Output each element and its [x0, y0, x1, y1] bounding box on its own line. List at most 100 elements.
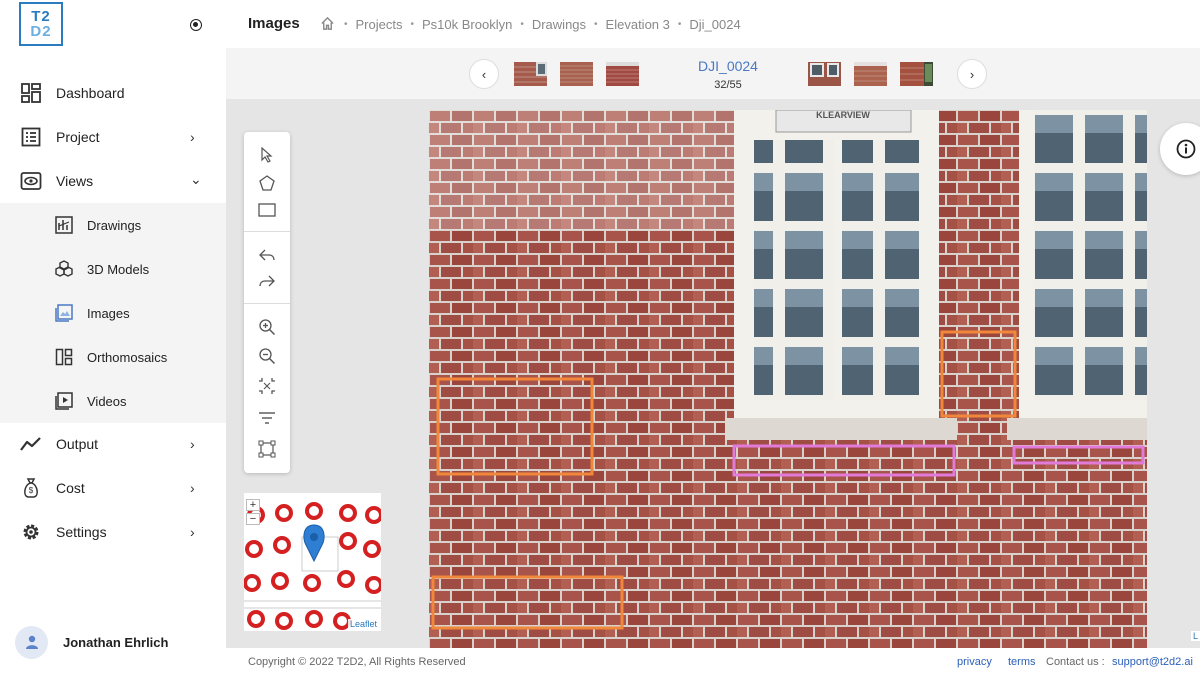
info-icon	[1176, 139, 1196, 159]
minimap-markers	[244, 493, 381, 631]
orthomosaic-icon	[54, 347, 74, 367]
toolbar-divider	[244, 231, 290, 232]
toolbar-divider	[244, 303, 290, 304]
zoom-out-icon[interactable]	[256, 345, 278, 367]
sidebar-item-label: Output	[56, 436, 99, 452]
sidebar-item-settings[interactable]: Settings ›	[0, 510, 226, 554]
image-thumbnail[interactable]	[560, 62, 593, 86]
chart-line-icon	[20, 433, 42, 455]
chevron-right-icon: ›	[190, 436, 195, 452]
leaflet-attribution-link[interactable]: Leaflet	[347, 619, 379, 629]
image-icon	[54, 303, 74, 323]
image-thumbnail[interactable]	[514, 62, 547, 86]
breadcrumb-project[interactable]: Ps10k Brooklyn	[422, 17, 512, 32]
minimap-zoom-out-button[interactable]: −	[246, 513, 260, 525]
sidebar-item-cost[interactable]: $ Cost ›	[0, 466, 226, 510]
next-image-button[interactable]: ›	[957, 59, 987, 89]
contact-label: Contact us :	[1046, 656, 1105, 668]
redo-icon[interactable]	[256, 270, 278, 292]
home-icon[interactable]	[320, 16, 336, 32]
fit-to-screen-icon[interactable]	[256, 375, 278, 397]
zoom-in-icon[interactable]	[256, 316, 278, 338]
sidebar-item-label: Drawings	[87, 217, 142, 233]
breadcrumb-separator: •	[410, 18, 414, 30]
money-bag-icon: $	[20, 477, 42, 499]
image-strip: ‹ DJI_0024 32/55 ›	[226, 48, 1200, 99]
image-position-counter: 32/55	[714, 79, 742, 91]
cubes-icon	[54, 259, 74, 279]
sidebar-item-3d-models[interactable]: 3D Models	[0, 247, 226, 291]
sidebar-item-label: 3D Models	[87, 261, 150, 277]
sidebar-item-label: Images	[87, 305, 130, 321]
sidebar-collapse-toggle[interactable]	[190, 19, 202, 31]
sidebar-item-videos[interactable]: Videos	[0, 379, 226, 423]
views-submenu: Drawings 3D Models Images Orthomosaics V…	[0, 203, 226, 423]
app-root: T2 D2 Dashboard Project › Views ⌄ Drawin…	[0, 0, 1200, 675]
dashboard-icon	[20, 82, 42, 104]
chevron-down-icon: ⌄	[190, 171, 202, 187]
copyright-text: Copyright © 2022 T2D2, All Rights Reserv…	[248, 656, 466, 668]
info-button[interactable]	[1160, 123, 1200, 175]
breadcrumb-separator: •	[594, 18, 598, 30]
location-minimap[interactable]: + − Leaflet	[244, 493, 381, 631]
undo-icon[interactable]	[256, 244, 278, 266]
sidebar-item-label: Settings	[56, 524, 107, 540]
previous-image-button[interactable]: ‹	[469, 59, 499, 89]
sidebar-item-label: Videos	[87, 393, 127, 409]
avatar	[15, 625, 48, 659]
top-header: Images • Projects • Ps10k Brooklyn • Dra…	[226, 0, 1200, 48]
chevron-right-icon: ›	[190, 524, 195, 540]
sidebar-item-project[interactable]: Project ›	[0, 115, 226, 159]
breadcrumb: • Projects • Ps10k Brooklyn • Drawings •…	[320, 16, 741, 32]
sidebar-item-output[interactable]: Output ›	[0, 422, 226, 466]
logo-line-2: D2	[30, 23, 52, 40]
video-icon	[54, 391, 74, 411]
sidebar-item-label: Cost	[56, 480, 85, 496]
current-image-name: DJI_0024	[698, 58, 758, 74]
footer: Copyright © 2022 T2D2, All Rights Reserv…	[226, 648, 1200, 675]
sidebar-item-views[interactable]: Views ⌄	[0, 159, 226, 203]
eye-icon	[20, 170, 42, 192]
brick-wall-photo[interactable]: KLEARVIEW	[429, 110, 1147, 648]
image-thumbnail[interactable]	[854, 62, 887, 86]
bounding-box-icon[interactable]	[256, 438, 278, 460]
breadcrumb-projects[interactable]: Projects	[356, 17, 403, 32]
chevron-right-icon: ›	[969, 66, 975, 82]
rectangle-icon[interactable]	[256, 199, 278, 221]
breadcrumb-separator: •	[520, 18, 524, 30]
breadcrumb-separator: •	[344, 18, 348, 30]
select-pointer-icon[interactable]	[256, 144, 278, 166]
page-title: Images	[248, 15, 300, 32]
sidebar: T2 D2 Dashboard Project › Views ⌄ Drawin…	[0, 0, 226, 675]
sidebar-item-label: Orthomosaics	[87, 349, 168, 365]
minimap-zoom-in-button[interactable]: +	[246, 499, 260, 511]
breadcrumb-drawings[interactable]: Drawings	[532, 17, 586, 32]
terms-link[interactable]: terms	[1008, 656, 1036, 668]
sidebar-item-images[interactable]: Images	[0, 291, 226, 335]
sidebar-item-drawings[interactable]: Drawings	[0, 203, 226, 247]
image-thumbnail[interactable]	[808, 62, 841, 86]
privacy-link[interactable]: privacy	[957, 656, 992, 668]
annotation-toolbar	[244, 132, 290, 473]
breadcrumb-elevation[interactable]: Elevation 3	[606, 17, 670, 32]
sidebar-item-label: Views	[56, 173, 94, 189]
contact-email-link[interactable]: support@t2d2.ai	[1112, 656, 1193, 668]
sidebar-item-dashboard[interactable]: Dashboard	[0, 71, 226, 115]
polygon-icon[interactable]	[256, 172, 278, 194]
t2d2-logo[interactable]: T2 D2	[19, 2, 63, 46]
user-profile[interactable]: Jonathan Ehrlich	[15, 625, 215, 659]
chevron-right-icon: ›	[190, 480, 195, 496]
edge-attribution-link[interactable]: L	[1190, 631, 1200, 641]
gear-icon	[20, 521, 42, 543]
window-sign-text: KLEARVIEW	[816, 110, 870, 120]
sidebar-item-orthomosaics[interactable]: Orthomosaics	[0, 335, 226, 379]
user-name: Jonathan Ehrlich	[63, 634, 169, 650]
filter-icon[interactable]	[256, 407, 278, 429]
image-thumbnail[interactable]	[606, 62, 639, 86]
breadcrumb-image: Dji_0024	[689, 16, 741, 32]
image-viewer[interactable]: KLEARVIEW + − Leaflet L	[226, 99, 1200, 648]
image-thumbnail[interactable]	[900, 62, 933, 86]
breadcrumb-separator: •	[677, 18, 682, 30]
project-icon	[20, 126, 42, 148]
user-icon	[25, 635, 38, 649]
